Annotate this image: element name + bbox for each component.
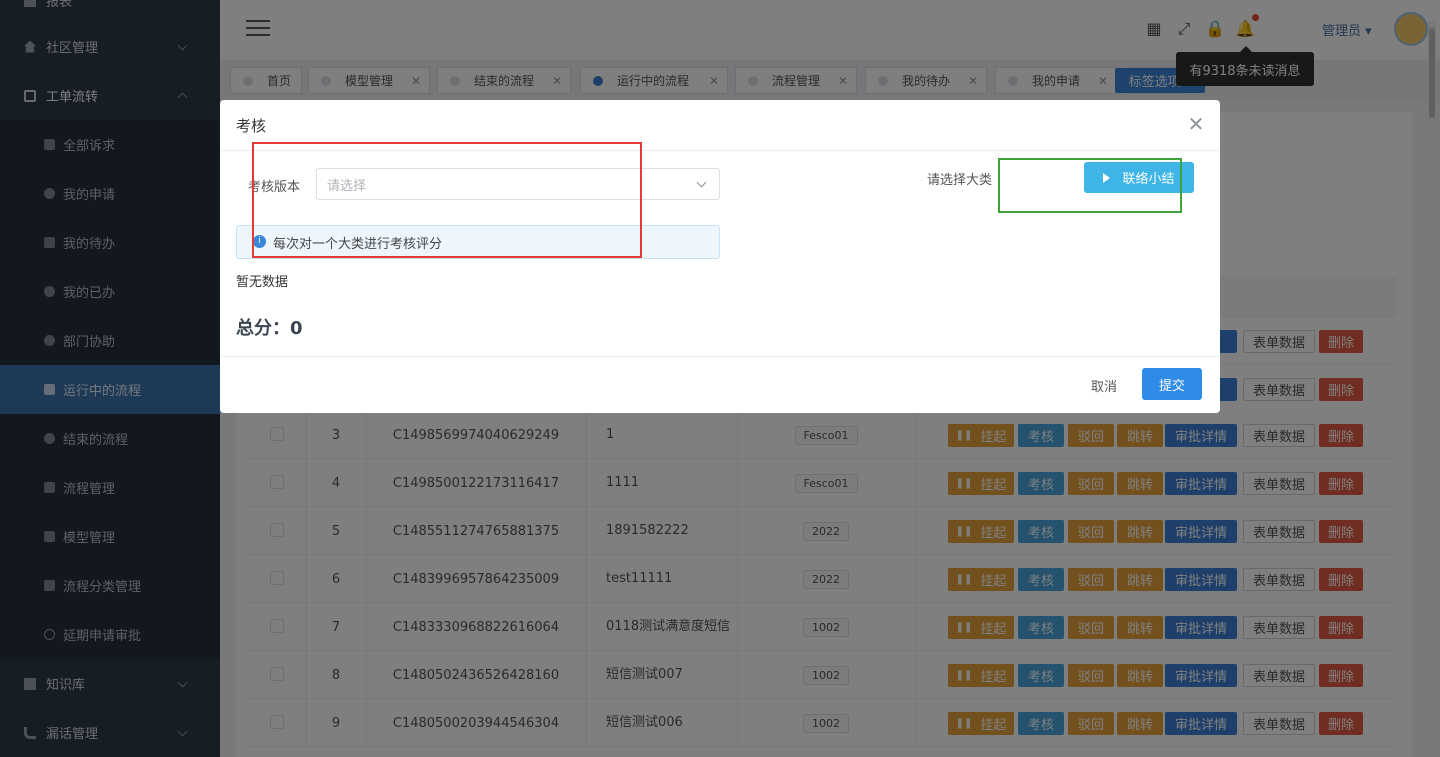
total-score: 总分：0 <box>236 318 303 339</box>
empty-text: 暂无数据 <box>236 275 289 290</box>
annotation-red-box <box>252 142 642 258</box>
chevron-down-icon <box>696 177 707 188</box>
dialog-title: 考核 <box>236 117 267 135</box>
close-icon[interactable]: ✕ <box>1186 114 1206 134</box>
category-label: 请选择大类 <box>927 173 993 188</box>
annotation-green-box <box>998 158 1182 213</box>
cancel-button[interactable]: 取消 <box>1082 370 1126 400</box>
submit-button[interactable]: 提交 <box>1142 368 1202 400</box>
assessment-dialog: 考核 ✕ 考核版本 请选择 请选择大类 联络小结 i 每次对一个大类进行考核评分… <box>220 100 1220 413</box>
